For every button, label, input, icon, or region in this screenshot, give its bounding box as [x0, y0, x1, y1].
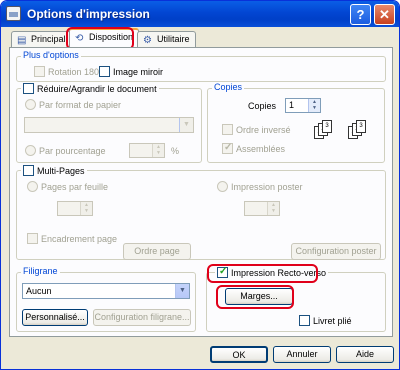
collated-label: Assemblées [236, 144, 286, 154]
more-options-group: Plus d'options Rotation 180° Image miroi… [16, 50, 386, 82]
booklet-check[interactable] [299, 315, 310, 326]
multipage-group: Multi-Pages Pages par feuille ▲ ▼ Impress… [16, 165, 386, 260]
pages-per-sheet-radio-dot[interactable] [27, 181, 38, 192]
ok-button[interactable]: OK [210, 346, 268, 363]
collated-checkbox[interactable]: Assemblées [222, 142, 286, 155]
spin-arrows-icon[interactable]: ▲ ▼ [80, 202, 92, 215]
poster-radio[interactable]: Impression poster [217, 181, 303, 193]
paper-format-select[interactable]: ▼ [24, 117, 194, 133]
watermark-group: Filigrane Aucun ▼ Personnalisé... Config… [16, 266, 196, 332]
copies-value[interactable]: 1 [289, 100, 294, 110]
resize-group: Réduire/Agrandir le document Par format … [16, 83, 202, 163]
page-border-check[interactable] [27, 233, 38, 244]
booklet-label: Livret plié [313, 316, 352, 326]
pages-per-sheet-radio[interactable]: Pages par feuille [27, 181, 108, 193]
reverse-order-label: Ordre inversé [236, 125, 291, 135]
watermark-legend: Filigrane [21, 266, 60, 276]
layout-icon: ⟲ [75, 33, 84, 44]
help-title-button[interactable]: ? [350, 4, 371, 25]
tools-icon: ⚙ [143, 35, 152, 46]
multipage-checkbox[interactable]: Multi-Pages [21, 165, 87, 177]
multipage-check[interactable] [23, 165, 34, 176]
paper-format-label: Par format de papier [39, 100, 122, 110]
reverse-order-checkbox[interactable]: Ordre inversé [222, 124, 291, 136]
resize-checkbox[interactable]: Réduire/Agrandir le document [21, 83, 159, 95]
rotation-checkbox[interactable]: Rotation 180° [34, 66, 103, 78]
watermark-config-button[interactable]: Configuration filigrane... [93, 309, 191, 326]
copies-stepper[interactable]: 1 ▲ ▼ [285, 98, 321, 113]
multipage-label: Multi-Pages [37, 166, 85, 176]
tab-utilitaire-label: Utilitaire [157, 34, 190, 44]
pages-per-sheet-stepper[interactable]: ▲ ▼ [57, 201, 93, 216]
chevron-down-icon: ▼ [175, 284, 189, 298]
spin-arrows-icon[interactable]: ▲ ▼ [308, 99, 320, 112]
percent-sign: % [171, 146, 180, 156]
copies-label: Copies [248, 101, 277, 111]
percentage-label: Par pourcentage [39, 146, 106, 156]
collated-check[interactable] [222, 142, 233, 154]
collated-pages-icon: 123 [348, 120, 374, 140]
page-icon: ▤ [17, 35, 27, 46]
paper-format-radio-dot[interactable] [25, 99, 36, 110]
more-options-legend: Plus d'options [21, 50, 81, 60]
mirror-checkbox[interactable]: Image miroir [99, 66, 163, 78]
disposition-panel: Plus d'options Rotation 180° Image miroi… [9, 47, 393, 337]
tab-disposition[interactable]: ⟲ Disposition [69, 28, 140, 49]
margins-button[interactable]: Marges... [225, 288, 293, 305]
percentage-radio-dot[interactable] [25, 145, 36, 156]
booklet-checkbox[interactable]: Livret plié [299, 315, 352, 327]
rotation-label: Rotation 180° [48, 67, 103, 77]
page-order-button[interactable]: Ordre page [123, 243, 191, 260]
reverse-order-check[interactable] [222, 124, 233, 135]
duplex-checkbox[interactable]: Impression Recto-verso [215, 266, 329, 279]
poster-label: Impression poster [231, 182, 303, 192]
watermark-selected: Aucun [26, 286, 52, 296]
tab-principal-label: Principal [31, 34, 66, 44]
mirror-label: Image miroir [113, 67, 164, 77]
title-bar: Options d'impression ? ✕ [1, 1, 399, 27]
poster-radio-dot[interactable] [217, 181, 228, 192]
percentage-radio[interactable]: Par pourcentage [25, 145, 106, 157]
poster-config-button[interactable]: Configuration poster [291, 243, 381, 260]
chevron-down-icon: ▼ [179, 118, 193, 132]
paper-format-radio[interactable]: Par format de papier [25, 99, 121, 111]
mirror-check[interactable] [99, 66, 110, 77]
collated-pages-icon: 123 [314, 120, 340, 140]
duplex-group: Impression Recto-verso Marges... Livret … [206, 266, 386, 332]
page-border-label: Encadrement page [41, 234, 118, 244]
copies-group: Copies Copies 1 ▲▼ Ordre inversé Assembl… [207, 82, 385, 163]
duplex-label: Impression Recto-verso [231, 268, 327, 278]
duplex-check[interactable] [217, 266, 228, 278]
printer-icon [6, 6, 21, 21]
resize-label: Réduire/Agrandir le document [37, 84, 157, 94]
customize-watermark-button[interactable]: Personnalisé... [22, 309, 88, 326]
close-button[interactable]: ✕ [374, 4, 395, 25]
print-options-window: Options d'impression ? ✕ ▤ Principal ⟲ D… [0, 0, 400, 370]
percentage-stepper[interactable]: ▲ ▼ [129, 143, 165, 158]
help-button[interactable]: Aide [336, 346, 394, 363]
window-title: Options d'impression [27, 7, 150, 21]
copies-legend: Copies [212, 82, 245, 92]
cancel-button[interactable]: Annuler [273, 346, 331, 363]
pages-per-sheet-label: Pages par feuille [41, 182, 109, 192]
watermark-select[interactable]: Aucun ▼ [22, 283, 190, 299]
tab-disposition-label: Disposition [89, 32, 134, 42]
page-border-checkbox[interactable]: Encadrement page [27, 233, 117, 245]
resize-check[interactable] [23, 83, 34, 94]
poster-stepper[interactable]: ▲ ▼ [244, 201, 280, 216]
rotation-check[interactable] [34, 66, 45, 77]
spin-arrows-icon[interactable]: ▲ ▼ [152, 144, 164, 157]
spin-arrows-icon[interactable]: ▲ ▼ [267, 202, 279, 215]
